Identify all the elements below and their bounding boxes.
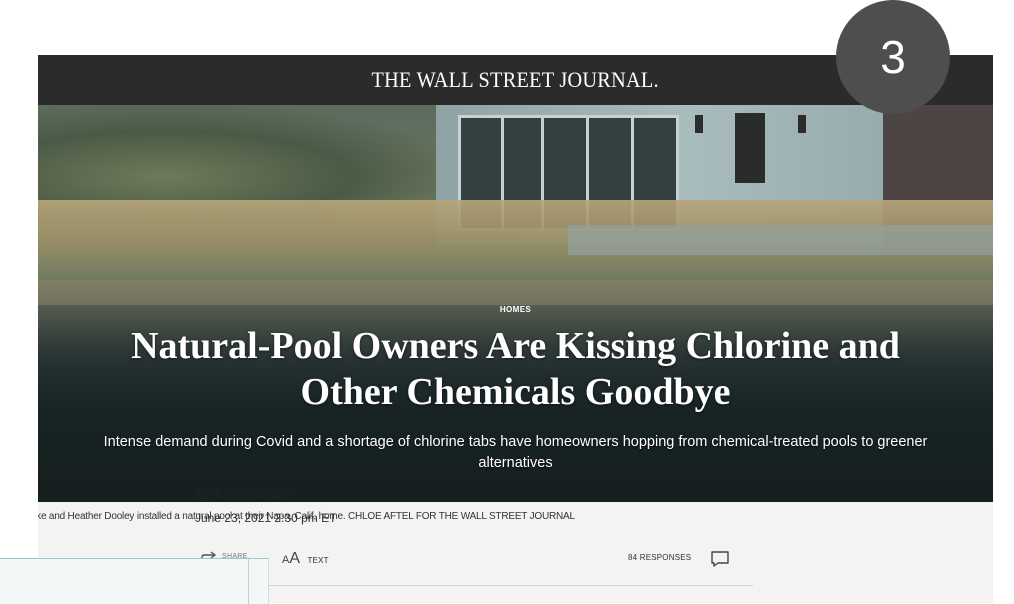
article-toolbar: SHARE AA TEXT 84 RESPONSES bbox=[198, 550, 758, 572]
byline[interactable]: By Karen Bruno bbox=[195, 486, 293, 503]
toolbar-divider bbox=[198, 585, 753, 586]
publish-date: June 23, 2021 2:30 pm ET bbox=[195, 511, 337, 525]
comment-icon[interactable] bbox=[710, 550, 730, 568]
overlay-panel bbox=[0, 558, 269, 604]
step-number-badge: 3 bbox=[836, 0, 950, 114]
article-headline: Natural-Pool Owners Are Kissing Chlorine… bbox=[131, 325, 900, 413]
hero-image: HOMES Natural-Pool Owners Are Kissing Ch… bbox=[38, 105, 993, 502]
section-label[interactable]: HOMES bbox=[38, 305, 993, 314]
hero-text: HOMES Natural-Pool Owners Are Kissing Ch… bbox=[38, 105, 993, 502]
article-frame: THE WALL STREET JOURNAL. HOMES Natural-P… bbox=[38, 55, 993, 603]
publication-logo[interactable]: THE WALL STREET JOURNAL. bbox=[372, 67, 659, 93]
text-size-icon: AA bbox=[282, 550, 301, 567]
responses-link[interactable]: 84 RESPONSES bbox=[628, 553, 691, 562]
text-size-button[interactable]: AA TEXT bbox=[282, 550, 329, 570]
article-dek: Intense demand during Covid and a shorta… bbox=[103, 434, 928, 471]
step-number: 3 bbox=[880, 31, 906, 83]
text-size-label: TEXT bbox=[307, 556, 329, 565]
photo-caption: Mike and Heather Dooley installed a natu… bbox=[38, 511, 993, 522]
